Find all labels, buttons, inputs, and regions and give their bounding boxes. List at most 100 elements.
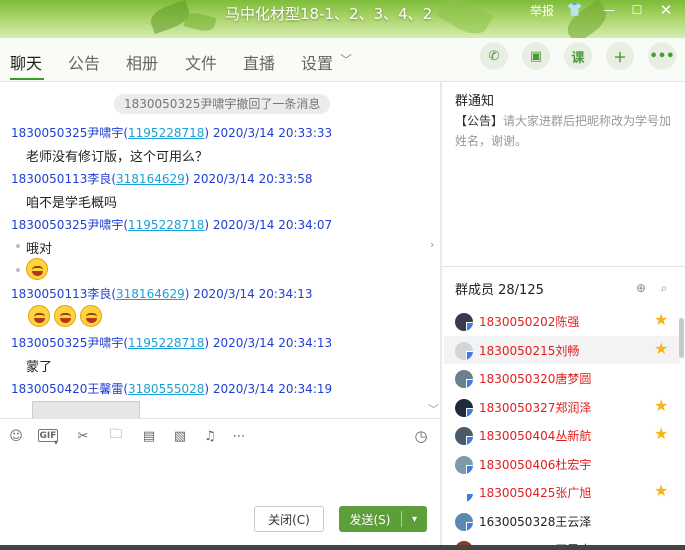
avatar[interactable] — [455, 427, 473, 445]
sender-name[interactable]: 1830050325尹啸宇( — [11, 218, 128, 232]
sender-name[interactable]: 1830050325尹啸宇( — [11, 336, 128, 350]
device-badge-icon — [466, 493, 473, 502]
phone-icon: ✆ — [488, 48, 500, 64]
skin-icon[interactable]: 👕 — [566, 0, 584, 20]
gif-dropdown-icon[interactable]: ▾ — [52, 433, 60, 451]
avatar[interactable] — [455, 455, 473, 474]
member-row[interactable]: 1830050202陈强 ★ — [444, 307, 680, 335]
doc-share-icon[interactable]: ▤ — [140, 427, 158, 445]
emoji-icon[interactable]: ☺ — [7, 427, 25, 445]
bottom-edge — [0, 545, 685, 550]
folder-icon[interactable]: 🗀 — [107, 427, 125, 445]
tab-files[interactable]: 文件 — [185, 50, 217, 74]
member-name: 1830050327郑润泽 — [479, 400, 592, 415]
group-notice-title: 群通知 — [455, 94, 495, 109]
device-badge-icon — [466, 379, 473, 388]
member-row[interactable]: 1830050327郑润泽 ★ — [444, 393, 680, 421]
message-text: 咱不是学毛概吗 — [26, 196, 118, 211]
close-button[interactable]: 关闭(C) — [254, 506, 324, 532]
maximize-button[interactable]: ☐ — [626, 0, 648, 20]
avatar[interactable] — [455, 484, 473, 502]
close-window-button[interactable]: ✕ — [654, 0, 678, 20]
add-app-button[interactable]: ＋ — [606, 42, 634, 70]
star-icon: ★ — [654, 338, 669, 358]
input-toolbar: ☺ GIF ▾ ✂ 🗀 ▤ ▧ ♫ ⋯ ◷ — [0, 418, 440, 452]
avatar[interactable] — [455, 512, 473, 531]
avatar[interactable] — [455, 313, 473, 331]
minimize-button[interactable]: — — [598, 0, 620, 20]
video-call-button[interactable]: ▣ — [522, 42, 550, 70]
title-bar: 马中化材型18-1、2、3、4、2 举报 👕 — ☐ ✕ — [0, 0, 685, 38]
sender-qq-link[interactable]: 1195228718 — [128, 126, 204, 140]
history-icon[interactable]: ◷ — [412, 427, 430, 445]
member-row[interactable]: 1830050215刘畅 ★ — [444, 335, 680, 364]
avatar[interactable] — [455, 370, 473, 388]
tab-chat[interactable]: 聊天 — [10, 50, 42, 74]
member-list-scrollbar[interactable] — [679, 318, 684, 358]
sender-name[interactable]: 1830050420王馨雷( — [11, 382, 128, 396]
star-icon: ★ — [654, 395, 669, 415]
sender-name[interactable]: 1830050113李良( — [11, 172, 116, 186]
laugh-emoji-icon — [54, 305, 76, 327]
laugh-emoji-icon — [80, 305, 102, 327]
scissors-icon[interactable]: ✂ — [74, 427, 92, 445]
sender-qq-link[interactable]: 1195228718 — [128, 218, 204, 232]
tab-album[interactable]: 相册 — [126, 50, 158, 74]
send-label[interactable]: 发送(S) — [339, 511, 401, 528]
member-name: 1830050215刘畅 — [479, 343, 580, 358]
emoji-message — [28, 305, 106, 327]
group-notice-body[interactable]: 【公告】请大家进群后把昵称改为学号加姓名，谢谢。 — [455, 111, 677, 151]
message-bullet — [16, 268, 20, 272]
message-sender: 1830050325尹啸宇(1195228718) 2020/3/14 20:3… — [11, 216, 332, 233]
image-icon[interactable]: ▧ — [171, 427, 189, 445]
member-row[interactable]: 1630050328王云泽 — [444, 507, 680, 535]
window-title: 马中化材型18-1、2、3、4、2 — [225, 5, 433, 23]
sender-qq-link[interactable]: 1195228718 — [128, 336, 204, 350]
search-icon[interactable]: ⌕ — [656, 280, 672, 296]
sender-name[interactable]: 1830050113李良( — [11, 287, 116, 301]
report-button[interactable]: 举报 — [528, 0, 556, 20]
chevron-down-icon[interactable]: ﹀ — [340, 51, 352, 68]
active-tab-indicator — [10, 78, 44, 80]
sender-qq-link[interactable]: 3180555028 — [128, 382, 204, 396]
bell-icon[interactable]: ♫ — [201, 427, 219, 445]
member-row[interactable]: 1830050404丛新航 ★ — [444, 421, 680, 449]
message-sender: 1830050113李良(318164629) 2020/3/14 20:33:… — [11, 170, 312, 187]
member-row[interactable]: 1830050320唐梦圆 — [444, 364, 680, 392]
tab-settings[interactable]: 设置 — [301, 50, 333, 74]
device-badge-icon — [466, 350, 473, 360]
sender-name[interactable]: 1830050325尹啸宇( — [11, 126, 128, 140]
tab-live[interactable]: 直播 — [243, 50, 275, 74]
scroll-down-icon[interactable]: ﹀ — [428, 401, 439, 417]
send-button[interactable]: 发送(S) ▾ — [339, 506, 427, 532]
member-manage-icon[interactable]: ⊕ — [633, 280, 649, 296]
avatar[interactable] — [455, 398, 473, 417]
send-options-icon[interactable]: ▾ — [402, 514, 427, 525]
star-icon: ★ — [654, 424, 669, 443]
member-row[interactable]: 1830050406杜宏宇 — [444, 450, 680, 478]
message-sender: 1830050113李良(318164629) 2020/3/14 20:34:… — [11, 285, 312, 302]
message-time: ) 2020/3/14 20:34:07 — [204, 218, 333, 232]
sender-qq-link[interactable]: 318164629 — [116, 172, 185, 186]
member-name: 1830050202陈强 — [479, 315, 580, 329]
laugh-emoji-icon — [26, 258, 48, 280]
voice-call-button[interactable]: ✆ — [480, 42, 508, 70]
chevron-right-icon[interactable]: › — [430, 238, 434, 251]
course-button[interactable]: 课 — [564, 42, 592, 70]
sender-qq-link[interactable]: 318164629 — [116, 287, 185, 301]
image-message-thumbnail[interactable] — [32, 401, 140, 418]
more-options-icon[interactable]: ⋯ — [230, 427, 248, 445]
tab-announcement[interactable]: 公告 — [68, 50, 100, 74]
message-time: ) 2020/3/14 20:34:13 — [184, 287, 313, 301]
more-button[interactable]: ••• — [648, 42, 676, 70]
star-icon: ★ — [654, 481, 669, 500]
device-badge-icon — [466, 436, 473, 445]
member-row[interactable]: 1830050425张广旭 ★ — [444, 478, 680, 506]
message-time: ) 2020/3/14 20:33:33 — [204, 126, 333, 140]
message-sender: 1830050325尹啸宇(1195228718) 2020/3/14 20:3… — [11, 124, 332, 141]
message-time: ) 2020/3/14 20:33:58 — [184, 172, 313, 186]
avatar[interactable] — [455, 341, 473, 360]
member-name: 1830050320唐梦圆 — [479, 372, 592, 386]
message-text: 蒙了 — [26, 360, 53, 375]
member-name: 1830050404丛新航 — [479, 429, 592, 443]
